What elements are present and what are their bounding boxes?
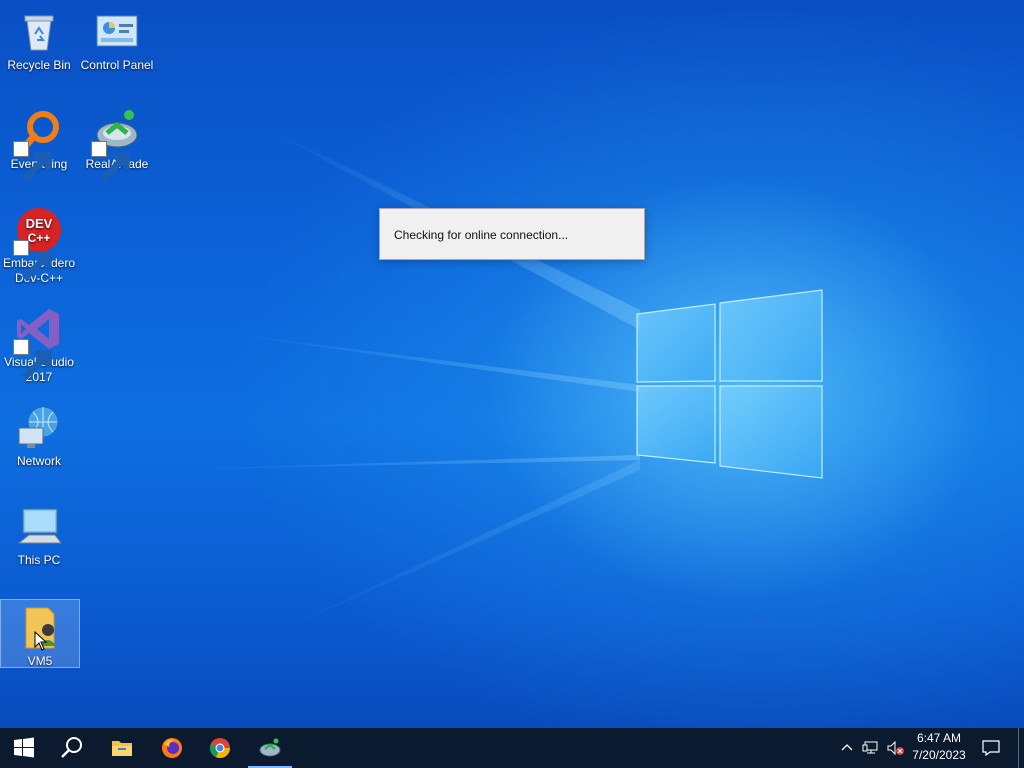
start-button[interactable]	[0, 728, 48, 768]
icon-label: Recycle Bin	[7, 58, 71, 72]
windows-start-icon	[14, 737, 34, 758]
desktop-icon-network[interactable]: Network	[0, 400, 78, 469]
search-button[interactable]	[48, 728, 96, 768]
desktop-icon-realarcade[interactable]: RealArcade	[78, 103, 156, 183]
desktop-icon-control-panel[interactable]: Control Panel	[78, 4, 156, 73]
chrome-button[interactable]	[196, 728, 244, 768]
realarcade-icon	[259, 738, 281, 757]
icon-label: Control Panel	[80, 58, 154, 72]
file-explorer-button[interactable]	[98, 728, 146, 768]
dialog-message: Checking for online connection...	[394, 228, 569, 242]
clock[interactable]: 6:47 AM 7/20/2023	[904, 730, 974, 764]
desktop-icon-recycle-bin[interactable]: Recycle Bin	[0, 4, 78, 73]
clock-date: 7/20/2023	[912, 748, 966, 762]
shortcut-arrow-icon	[13, 141, 52, 183]
shortcut-arrow-icon	[91, 141, 130, 183]
shortcut-arrow-icon	[13, 339, 52, 381]
network-icon	[15, 404, 63, 452]
shortcut-arrow-icon	[13, 240, 52, 282]
chrome-icon	[209, 738, 231, 759]
clock-time: 6:47 AM	[916, 731, 962, 745]
firefox-button[interactable]	[148, 728, 196, 768]
desktop-icon-this-pc[interactable]: This PC	[0, 499, 78, 568]
control-panel-icon	[93, 8, 141, 56]
search-icon	[61, 737, 82, 758]
recycle-bin-icon	[15, 8, 63, 56]
chevron-up-icon	[841, 744, 853, 751]
connection-check-dialog: Checking for online connection...	[379, 208, 645, 260]
action-center-icon	[982, 740, 1000, 756]
network-status-button[interactable]	[860, 728, 882, 768]
realarcade-taskbar-button[interactable]	[246, 728, 294, 768]
realarcade-icon	[91, 107, 141, 183]
action-center-button[interactable]	[976, 728, 1006, 768]
desktop-icon-everything[interactable]: Everything	[0, 103, 78, 183]
icon-label: Network	[16, 454, 61, 468]
mouse-cursor-icon	[34, 631, 48, 651]
taskbar: 6:47 AM 7/20/2023	[0, 728, 1024, 768]
everything-search-icon	[13, 107, 63, 183]
firefox-icon	[162, 738, 182, 758]
svg-text:DEV: DEV	[26, 216, 53, 231]
desktop-icon-devcpp[interactable]: DEV C++ Embarcadero Dev-C++	[0, 202, 78, 286]
icon-label: VM5	[27, 654, 53, 668]
volume-muted-icon	[887, 740, 904, 756]
windows-logo	[636, 289, 823, 479]
desktop-icon-visual-studio[interactable]: Visual Studio 2017	[0, 301, 78, 385]
show-hidden-icons-button[interactable]	[838, 728, 856, 768]
this-pc-icon	[15, 503, 63, 551]
visual-studio-icon	[13, 305, 63, 381]
show-desktop-button[interactable]	[1018, 728, 1024, 768]
file-explorer-icon	[112, 741, 132, 756]
icon-label: This PC	[17, 553, 61, 567]
devcpp-icon: DEV C++	[13, 206, 63, 282]
network-status-icon	[862, 741, 878, 754]
volume-button[interactable]	[884, 728, 906, 768]
